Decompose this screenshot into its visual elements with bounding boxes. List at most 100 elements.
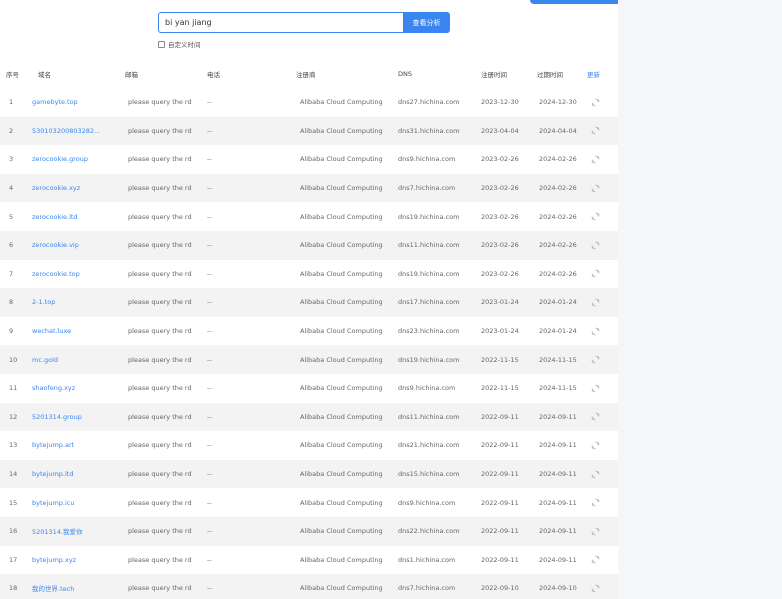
dns-cell: dns9.hichina.com bbox=[398, 384, 456, 393]
domain-cell: zerocookie.ltd bbox=[32, 202, 125, 231]
custom-time-checkbox[interactable] bbox=[158, 40, 165, 48]
registrar-cell: Alibaba Cloud Computing bbox=[300, 384, 383, 393]
domain-link[interactable]: 我的世界.tech bbox=[32, 585, 74, 593]
search-input[interactable] bbox=[158, 12, 403, 33]
analyze-button[interactable]: 查看分析 bbox=[403, 12, 450, 33]
dns-cell: dns11.hichina.com bbox=[398, 230, 481, 260]
domain-link[interactable]: zerocookie.group bbox=[32, 155, 88, 163]
refresh-icon[interactable] bbox=[591, 470, 600, 479]
refresh-icon[interactable] bbox=[591, 412, 600, 421]
refresh-cell bbox=[587, 574, 618, 599]
domain-link[interactable]: zerocookie.vip bbox=[32, 241, 79, 249]
refresh-icon[interactable] bbox=[591, 498, 600, 507]
table-row: 10 mc.gold please query the rd -- Alibaba Cl… bbox=[0, 345, 618, 374]
refresh-cell bbox=[587, 431, 618, 460]
dns-cell: dns31.hichina.com bbox=[398, 116, 481, 146]
refresh-icon[interactable] bbox=[591, 527, 600, 536]
exp-time-cell: 2024-11-15 bbox=[537, 345, 587, 374]
right-background bbox=[618, 0, 782, 599]
refresh-icon[interactable] bbox=[591, 355, 600, 364]
reg-time-cell: 2022-09-11 bbox=[481, 516, 537, 546]
domain-link[interactable]: zerocookie.ltd bbox=[32, 213, 78, 221]
refresh-icon[interactable] bbox=[591, 555, 600, 564]
refresh-icon[interactable] bbox=[591, 184, 600, 193]
domain-cell: 2-1.top bbox=[32, 288, 125, 317]
custom-time-label: 自定义时间 bbox=[168, 41, 201, 49]
domain-link[interactable]: zerocookie.xyz bbox=[32, 184, 80, 192]
domain-link[interactable]: 2-1.top bbox=[32, 298, 55, 306]
refresh-cell bbox=[587, 317, 618, 346]
refresh-cell bbox=[587, 516, 618, 546]
domain-link[interactable]: mc.gold bbox=[32, 356, 58, 364]
domain-link[interactable]: 530103200803282... bbox=[32, 127, 100, 135]
domain-link[interactable]: bytejump.ltd bbox=[32, 470, 73, 478]
refresh-icon[interactable] bbox=[591, 298, 600, 307]
row-number: 14 bbox=[0, 459, 32, 489]
main-panel: 查看分析 自定义时间 序号 域名 邮箱 电话 注册商 DNS 注册时间 过 bbox=[0, 0, 618, 599]
domain-cell: shaofeng.xyz bbox=[32, 374, 125, 403]
domain-link[interactable]: shaofeng.xyz bbox=[32, 384, 75, 392]
registrar-cell: Alibaba Cloud Computing bbox=[300, 441, 383, 450]
phone-cell: -- bbox=[207, 574, 296, 599]
page: 查看分析 自定义时间 序号 域名 邮箱 电话 注册商 DNS 注册时间 过 bbox=[0, 0, 782, 599]
domain-cell: bytejump.art bbox=[32, 431, 125, 460]
row-number: 4 bbox=[0, 173, 32, 203]
table-row: 2 530103200803282... please query the rd --… bbox=[0, 116, 618, 146]
refresh-icon[interactable] bbox=[591, 584, 600, 593]
exp-time-cell: 2024-02-26 bbox=[539, 212, 577, 221]
email-cell: please query the rd bbox=[128, 98, 192, 107]
registrar-cell: Alibaba Cloud Computing bbox=[296, 402, 398, 432]
reg-time-cell: 2023-12-30 bbox=[481, 98, 519, 107]
row-number: 3 bbox=[9, 155, 14, 164]
domain-link[interactable]: zerocookie.top bbox=[32, 270, 80, 278]
refresh-icon[interactable] bbox=[591, 155, 600, 164]
phone-cell: -- bbox=[207, 441, 212, 450]
refresh-cell bbox=[587, 374, 618, 403]
domain-link[interactable]: bytejump.icu bbox=[32, 499, 74, 507]
custom-time-toggle[interactable]: 自定义时间 bbox=[158, 39, 201, 49]
phone-cell: -- bbox=[207, 498, 212, 507]
domain-link[interactable]: 5201314.group bbox=[32, 413, 82, 421]
row-number: 10 bbox=[0, 345, 32, 374]
refresh-icon[interactable] bbox=[591, 241, 600, 250]
domain-link[interactable]: gamebyte.top bbox=[32, 98, 78, 106]
refresh-icon[interactable] bbox=[591, 126, 600, 135]
refresh-icon[interactable] bbox=[591, 327, 600, 336]
registrar-cell: Alibaba Cloud Computing bbox=[300, 155, 383, 164]
domain-link[interactable]: wechat.luxe bbox=[32, 327, 71, 335]
reg-time-cell: 2022-09-11 bbox=[481, 459, 537, 489]
email-cell: please query the rd bbox=[125, 345, 207, 374]
domain-link[interactable]: 5201314.我爱你 bbox=[32, 528, 83, 536]
table-row: 1 gamebyte.top please query the rd -- Alibab… bbox=[0, 88, 618, 117]
refresh-icon[interactable] bbox=[591, 384, 600, 393]
refresh-icon[interactable] bbox=[591, 269, 600, 278]
top-accent-bar bbox=[530, 0, 618, 4]
refresh-icon[interactable] bbox=[591, 212, 600, 221]
row-number: 18 bbox=[0, 574, 32, 599]
registrar-cell: Alibaba Cloud Computing bbox=[300, 212, 383, 221]
domain-link[interactable]: bytejump.xyz bbox=[32, 556, 76, 564]
reg-time-cell: 2022-09-11 bbox=[481, 555, 519, 564]
email-cell: please query the rd bbox=[125, 574, 207, 599]
refresh-all-button[interactable]: 更新 bbox=[587, 60, 618, 88]
refresh-cell bbox=[587, 260, 618, 289]
registrar-cell: Alibaba Cloud Computing bbox=[296, 173, 398, 203]
table-row: 9 wechat.luxe please query the rd -- Alibaba… bbox=[0, 317, 618, 346]
email-cell: please query the rd bbox=[128, 441, 192, 450]
header-registrar: 注册商 bbox=[296, 60, 398, 88]
refresh-icon[interactable] bbox=[591, 98, 600, 107]
refresh-icon[interactable] bbox=[591, 441, 600, 450]
domain-link[interactable]: bytejump.art bbox=[32, 441, 74, 449]
exp-time-cell: 2024-09-11 bbox=[539, 555, 577, 564]
registrar-cell: Alibaba Cloud Computing bbox=[296, 516, 398, 546]
phone-cell: -- bbox=[207, 269, 212, 278]
exp-time-cell: 2024-09-11 bbox=[537, 516, 587, 546]
domain-cell: 5201314.我爱你 bbox=[32, 516, 125, 546]
row-number: 13 bbox=[9, 441, 18, 450]
registrar-cell: Alibaba Cloud Computing bbox=[300, 555, 383, 564]
reg-time-cell: 2022-09-10 bbox=[481, 574, 537, 599]
header-exp-time: 过期时间 bbox=[537, 60, 587, 88]
table-row: 17 bytejump.xyz please query the rd -- Aliba… bbox=[0, 546, 618, 575]
exp-time-cell: 2024-09-11 bbox=[539, 441, 577, 450]
row-number: 15 bbox=[9, 498, 18, 507]
